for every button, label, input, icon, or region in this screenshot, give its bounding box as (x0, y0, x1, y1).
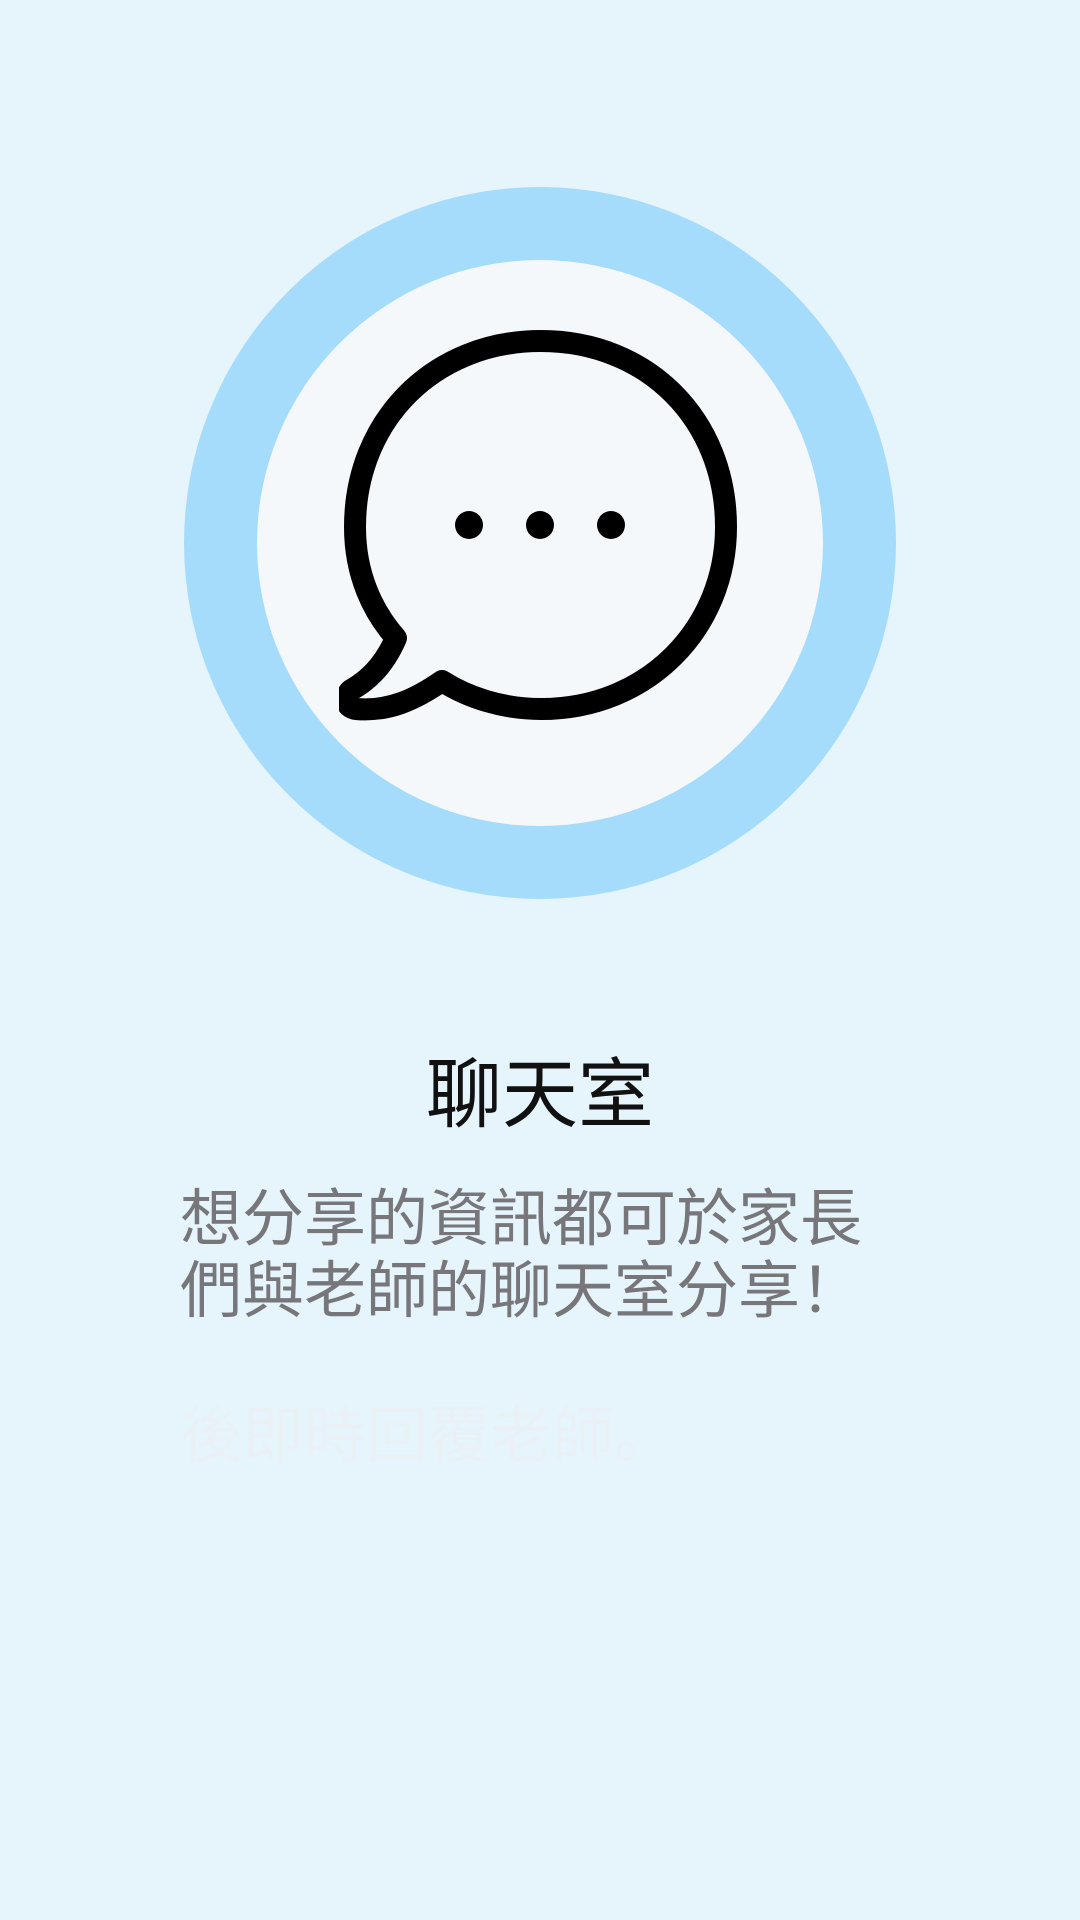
chat-bubble-icon (339, 330, 737, 721)
onboarding-screen: 聊天室 想分享的資訊都可於家長們與老師的聊天室分享！ 後即時回覆老師。 (0, 0, 1080, 1920)
faded-description: 後即時回覆老師。 (180, 1399, 677, 1472)
page-title: 聊天室 (426, 1050, 654, 1139)
feature-description: 想分享的資訊都可於家長們與老師的聊天室分享！ (180, 1182, 863, 1327)
